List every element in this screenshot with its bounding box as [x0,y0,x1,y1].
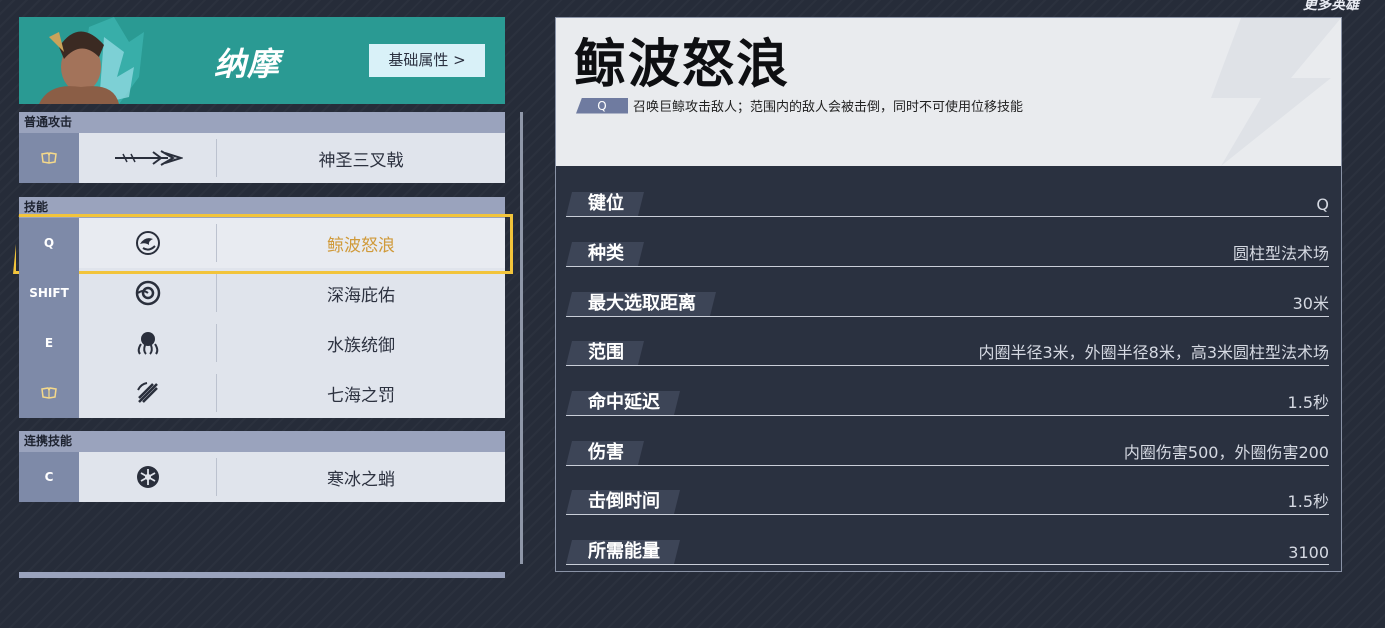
skill-row-shift[interactable]: SHIFT 深海庇佑 [19,268,505,318]
basic-attributes-button[interactable]: 基础属性 > [369,44,485,77]
skill-name: 神圣三叉戟 [318,150,404,171]
skill-title: 鲸波怒浪 [574,35,791,95]
skill-name: 鲸波怒浪 [327,235,395,256]
skill-name: 寒冰之蛸 [327,469,395,490]
bottom-bar [19,572,505,578]
description-text: 召唤巨鲸攻击敌人；范围内的敌人会被击倒，同时不可使用位移技能 [633,100,1024,115]
key-badge: Q [19,218,79,268]
stat-label: 范围 [566,341,644,365]
skill-row-c[interactable]: C 寒冰之蛸 [19,452,505,502]
stat-value: 30米 [1292,294,1329,313]
stat-value: 1.5秒 [1287,492,1329,511]
key-badge: C [19,452,79,502]
key-badge [19,133,79,183]
stat-label: 所需能量 [566,540,680,564]
skill-name: 七海之罚 [327,385,395,406]
skills-section: 技能 Q 鲸波怒浪 SHIFT 深海庇佑 E 水族统御 七海之罚 [13,197,513,418]
skill-row-q[interactable]: Q 鲸波怒浪 [13,214,513,274]
trident-icon [79,133,216,183]
stat-label: 种类 [566,242,644,266]
list-scrollbar[interactable] [520,112,523,564]
skill-detail-panel: 鲸波怒浪 Q 召唤巨鲸攻击敌人；范围内的敌人会被击倒，同时不可使用位移技能 键位… [555,17,1342,572]
stat-row: 最大选取距离 30米 [566,290,1329,317]
stat-row: 命中延迟 1.5秒 [566,389,1329,416]
mouse-click-icon [41,387,57,399]
stat-row: 伤害 内圈伤害500，外圈伤害200 [566,439,1329,466]
stat-label: 命中延迟 [566,391,680,415]
section-title: 连携技能 [19,431,505,452]
mouse-click-icon [41,152,57,164]
lightning-decoration [1211,18,1341,166]
deep-sea-shield-icon [79,268,216,318]
stat-value: 1.5秒 [1287,393,1329,412]
section-title: 技能 [19,197,505,218]
basic-attack-section: 普通攻击 神圣三叉戟 [19,112,505,183]
stat-value: 3100 [1288,543,1329,562]
stat-row: 范围 内圈半径3米，外圈半径8米，高3米圆柱型法术场 [566,339,1329,366]
stat-value: Q [1316,195,1329,214]
stat-value: 内圈伤害500，外圈伤害200 [1123,443,1329,462]
octopus-icon [79,318,216,368]
stat-label: 最大选取距离 [566,292,716,316]
key-badge [19,368,79,418]
key-badge: SHIFT [19,268,79,318]
more-heroes-link[interactable]: 更多英雄 [1303,0,1359,14]
stat-row: 击倒时间 1.5秒 [566,488,1329,515]
skill-row-e[interactable]: E 水族统御 [19,318,505,368]
whale-wave-icon [79,218,216,268]
stat-label: 击倒时间 [566,490,680,514]
stat-label: 键位 [566,192,644,216]
skill-description: Q 召唤巨鲸攻击敌人；范围内的敌人会被击倒，同时不可使用位移技能 [576,96,1023,115]
seven-seas-punishment-icon [79,368,216,418]
hero-header: 纳摩 基础属性 > [19,17,505,104]
hero-portrait [39,17,144,104]
key-badge: E [19,318,79,368]
skill-name: 水族统御 [327,335,395,356]
stat-row: 键位 Q [566,190,1329,217]
combo-skill-section: 连携技能 C 寒冰之蛸 [19,431,505,502]
skill-detail-header: 鲸波怒浪 Q 召唤巨鲸攻击敌人；范围内的敌人会被击倒，同时不可使用位移技能 [556,18,1341,166]
section-title: 普通攻击 [19,112,505,133]
stat-row: 种类 圆柱型法术场 [566,240,1329,267]
skill-row-basic-attack[interactable]: 神圣三叉戟 [19,133,505,183]
stat-label: 伤害 [566,441,644,465]
stat-row: 所需能量 3100 [566,538,1329,565]
hero-name: 纳摩 [214,45,281,83]
skill-key-tag: Q [576,97,628,114]
skill-name: 深海庇佑 [327,285,395,306]
ice-squid-icon [79,452,216,502]
skill-row-ultimate[interactable]: 七海之罚 [19,368,505,418]
stat-value: 内圈半径3米，外圈半径8米，高3米圆柱型法术场 [978,343,1329,362]
stat-value: 圆柱型法术场 [1232,244,1329,263]
skill-stats: 键位 Q 种类 圆柱型法术场 最大选取距离 30米 范围 内圈半径3米，外圈半径… [556,166,1341,571]
